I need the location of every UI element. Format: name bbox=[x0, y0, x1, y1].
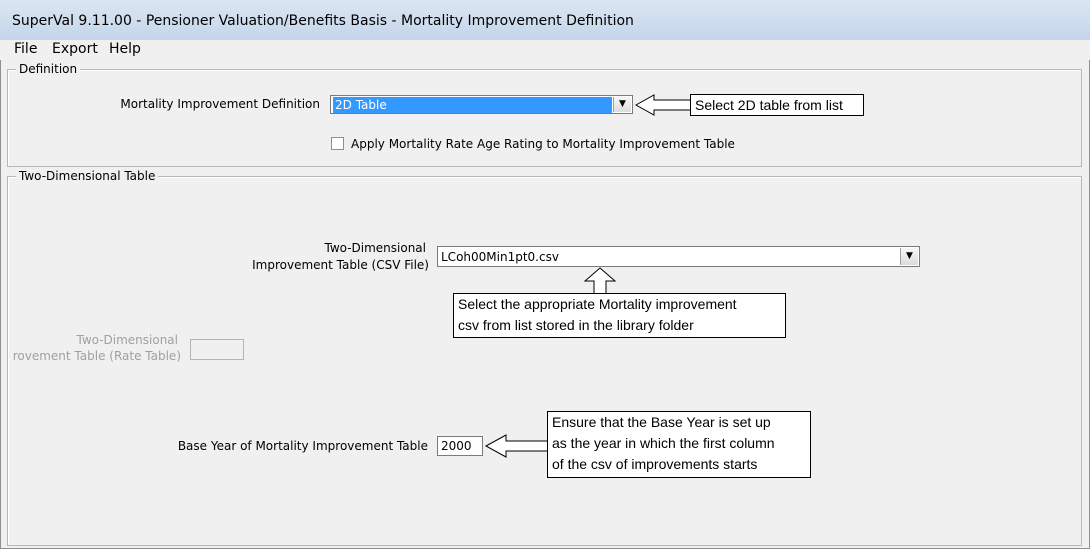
rate-label-line1: Two-Dimensional bbox=[76, 333, 178, 347]
csv-file-value: LCoh00Min1pt0.csv bbox=[441, 250, 559, 264]
menu-file[interactable]: File bbox=[10, 40, 41, 60]
apply-age-rating-checkbox[interactable] bbox=[331, 137, 344, 150]
base-year-label: Base Year of Mortality Improvement Table bbox=[177, 439, 428, 453]
two-dim-group-label: Two-Dimensional Table bbox=[16, 169, 159, 183]
callout-base-year-line2: as the year in which the first column bbox=[552, 435, 775, 451]
arrow-left-icon bbox=[484, 434, 549, 458]
arrow-left-icon bbox=[634, 94, 693, 116]
menu-bar: File Export Help bbox=[0, 40, 1090, 60]
callout-select-csv-line2: csv from list stored in the library fold… bbox=[458, 317, 694, 333]
csv-label-line2: Improvement Table (CSV File) bbox=[252, 258, 429, 272]
callout-select-2d: Select 2D table from list bbox=[690, 94, 864, 116]
apply-age-rating-label: Apply Mortality Rate Age Rating to Morta… bbox=[351, 137, 735, 151]
rate-table-select[interactable] bbox=[190, 339, 244, 360]
menu-help[interactable]: Help bbox=[105, 40, 145, 60]
callout-base-year-line3: of the csv of improvements starts bbox=[552, 456, 758, 472]
definition-group bbox=[7, 69, 1082, 167]
callout-select-csv-line1: Select the appropriate Mortality improve… bbox=[458, 296, 737, 312]
mi-definition-label: Mortality Improvement Definition bbox=[120, 97, 320, 111]
chevron-down-icon[interactable]: ▼ bbox=[900, 248, 918, 265]
callout-base-year-line1: Ensure that the Base Year is set up bbox=[552, 414, 771, 430]
callout-base-year: Ensure that the Base Year is set up as t… bbox=[547, 411, 811, 478]
menu-export[interactable]: Export bbox=[48, 40, 102, 60]
mi-definition-value: 2D Table bbox=[333, 97, 612, 113]
base-year-input[interactable]: 2000 bbox=[437, 436, 483, 456]
window-title: SuperVal 9.11.00 - Pensioner Valuation/B… bbox=[12, 13, 634, 29]
csv-label-line1: Two-Dimensional bbox=[324, 241, 426, 255]
definition-group-label: Definition bbox=[16, 62, 81, 76]
title-bar: SuperVal 9.11.00 - Pensioner Valuation/B… bbox=[0, 0, 1090, 41]
chevron-down-icon[interactable]: ▼ bbox=[613, 97, 631, 112]
csv-file-select[interactable]: LCoh00Min1pt0.csv ▼ bbox=[437, 246, 920, 267]
callout-select-csv: Select the appropriate Mortality improve… bbox=[453, 293, 786, 338]
arrow-up-icon bbox=[583, 267, 617, 295]
rate-label-line2: rovement Table (Rate Table) bbox=[12, 349, 181, 363]
mi-definition-select[interactable]: 2D Table ▼ bbox=[330, 95, 633, 114]
